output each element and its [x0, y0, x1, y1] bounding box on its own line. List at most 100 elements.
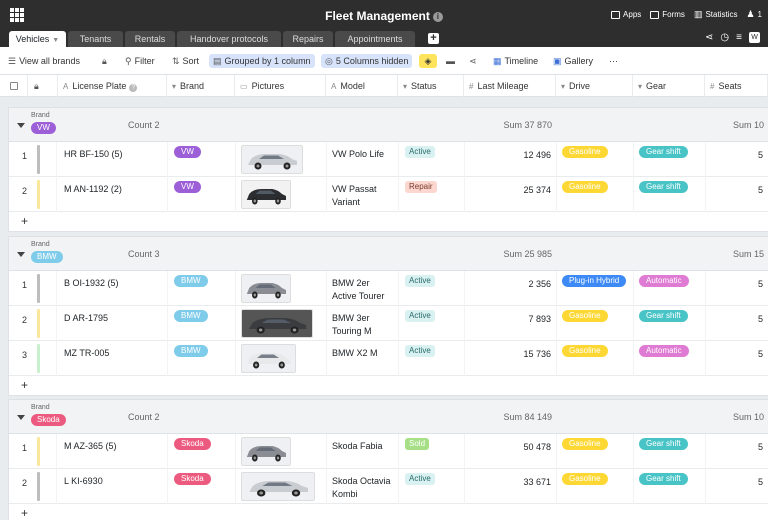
cell-last-mileage[interactable]: 7 893: [465, 306, 557, 341]
cell-brand[interactable]: Skoda: [168, 469, 236, 504]
collapse-group-icon[interactable]: [17, 252, 25, 257]
cell-last-mileage[interactable]: 25 374: [465, 177, 557, 212]
cell-brand[interactable]: BMW: [168, 306, 236, 341]
cell-model[interactable]: Skoda Octavia Kombi: [327, 469, 399, 504]
cell-last-mileage[interactable]: 33 671: [465, 469, 557, 504]
sort-button[interactable]: ⇅ Sort: [172, 54, 199, 68]
info-icon[interactable]: i: [432, 12, 443, 22]
cell-model[interactable]: BMW 3er Touring M: [327, 306, 399, 341]
cell-status[interactable]: Sold: [399, 434, 465, 469]
tab-vehicles[interactable]: Vehicles ▼: [9, 31, 66, 47]
paint-button[interactable]: ◈: [419, 54, 437, 68]
row-index[interactable]: 2: [9, 306, 57, 341]
tab-handover-protocols[interactable]: Handover protocols: [177, 31, 281, 47]
lock-button[interactable]: 🔒︎: [102, 54, 110, 68]
select-all-checkbox[interactable]: [0, 75, 28, 97]
help-icon[interactable]: ?: [129, 84, 138, 92]
cell-seats[interactable]: 5: [706, 306, 768, 341]
vehicle-thumbnail[interactable]: [241, 274, 291, 303]
cell-gear[interactable]: Automatic: [634, 341, 706, 376]
col-pictures[interactable]: ▭ Pictures: [235, 75, 326, 97]
cell-seats[interactable]: 5: [706, 271, 768, 306]
row-index[interactable]: 1: [9, 271, 57, 306]
forms-button[interactable]: Forms: [650, 10, 685, 19]
table-row[interactable]: 2 M AN-1192 (2) VW VW Passat Variant Repair 25…: [9, 177, 768, 212]
group-button[interactable]: ▤ Grouped by 1 column: [209, 54, 315, 68]
tab-appointments[interactable]: Appointments: [335, 31, 415, 47]
row-index[interactable]: 2: [9, 469, 57, 504]
table-row[interactable]: 2 D AR-1795 BMW BMW 3er Touring M Active 7 893…: [9, 306, 768, 341]
more-button[interactable]: ···: [609, 54, 618, 68]
cell-drive[interactable]: Gasoline: [557, 306, 634, 341]
cell-license-plate[interactable]: MZ TR-005: [59, 341, 168, 376]
add-tab-button[interactable]: +: [428, 33, 439, 44]
cell-drive[interactable]: Gasoline: [557, 177, 634, 212]
collapse-group-icon[interactable]: [17, 415, 25, 420]
cell-last-mileage[interactable]: 2 356: [465, 271, 557, 306]
collapse-group-icon[interactable]: [17, 123, 25, 128]
col-license-plate[interactable]: A License Plate?: [58, 75, 167, 97]
cell-seats[interactable]: 5: [706, 434, 768, 469]
cell-seats[interactable]: 5: [706, 177, 768, 212]
cell-drive[interactable]: Gasoline: [557, 341, 634, 376]
cell-seats[interactable]: 5: [706, 469, 768, 504]
cell-last-mileage[interactable]: 12 496: [465, 142, 557, 177]
cell-brand[interactable]: BMW: [168, 271, 236, 306]
settings-icon[interactable]: ≡: [736, 32, 742, 43]
cell-gear[interactable]: Gear shift: [634, 142, 706, 177]
cell-status[interactable]: Active: [399, 469, 465, 504]
vehicle-thumbnail[interactable]: [241, 472, 315, 501]
timeline-button[interactable]: ▦ Timeline: [493, 54, 538, 68]
view-selector[interactable]: ☰ View all brands: [8, 54, 80, 68]
cell-gear[interactable]: Gear shift: [634, 434, 706, 469]
col-model[interactable]: A Model: [326, 75, 398, 97]
cell-brand[interactable]: VW: [168, 142, 236, 177]
cell-gear[interactable]: Gear shift: [634, 306, 706, 341]
gallery-button[interactable]: ▣ Gallery: [553, 54, 593, 68]
row-index[interactable]: 3: [9, 341, 57, 376]
apps-button[interactable]: Apps: [611, 10, 641, 19]
hidden-columns-button[interactable]: ◎ 5 Columns hidden: [321, 54, 413, 68]
cell-pictures[interactable]: [236, 341, 327, 376]
cell-pictures[interactable]: [236, 177, 327, 212]
vehicle-thumbnail[interactable]: [241, 180, 291, 209]
cell-license-plate[interactable]: HR BF-150 (5): [59, 142, 168, 177]
cell-seats[interactable]: 5: [706, 142, 768, 177]
cell-drive[interactable]: Gasoline: [557, 142, 634, 177]
vehicle-thumbnail[interactable]: [241, 437, 291, 466]
share-icon[interactable]: ⋖: [705, 32, 713, 43]
cell-drive[interactable]: Plug-in Hybrid: [557, 271, 634, 306]
cell-model[interactable]: BMW 2er Active Tourer: [327, 271, 399, 306]
table-row[interactable]: 1 HR BF-150 (5) VW VW Polo Life Active 12 496…: [9, 142, 768, 177]
table-row[interactable]: 1 M AZ-365 (5) Skoda Skoda Fabia Sold 50 478 G…: [9, 434, 768, 469]
cell-last-mileage[interactable]: 15 736: [465, 341, 557, 376]
cell-model[interactable]: VW Polo Life: [327, 142, 399, 177]
statistics-button[interactable]: ▥ Statistics: [694, 9, 738, 20]
cell-brand[interactable]: BMW: [168, 341, 236, 376]
col-status[interactable]: ▾ Status: [398, 75, 464, 97]
cell-license-plate[interactable]: D AR-1795: [59, 306, 168, 341]
add-row-icon[interactable]: +: [21, 506, 28, 520]
cell-pictures[interactable]: [236, 142, 327, 177]
lock-column[interactable]: 🔒︎: [28, 75, 58, 97]
row-index[interactable]: 2: [9, 177, 57, 212]
row-index[interactable]: 1: [9, 434, 57, 469]
cell-drive[interactable]: Gasoline: [557, 469, 634, 504]
cell-seats[interactable]: 5: [706, 341, 768, 376]
cell-pictures[interactable]: [236, 271, 327, 306]
vehicle-thumbnail[interactable]: [241, 344, 296, 373]
cell-license-plate[interactable]: M AZ-365 (5): [59, 434, 168, 469]
col-last-mileage[interactable]: # Last Mileage: [464, 75, 556, 97]
user-avatar[interactable]: W: [749, 32, 760, 43]
cell-status[interactable]: Active: [399, 142, 465, 177]
tab-repairs[interactable]: Repairs: [283, 31, 333, 47]
share-view-button[interactable]: ⋖: [469, 54, 480, 68]
table-row[interactable]: 1 B OI-1932 (5) BMW BMW 2er Active Tourer Act…: [9, 271, 768, 306]
cell-gear[interactable]: Automatic: [634, 271, 706, 306]
cell-drive[interactable]: Gasoline: [557, 434, 634, 469]
cell-brand[interactable]: VW: [168, 177, 236, 212]
cell-model[interactable]: BMW X2 M: [327, 341, 399, 376]
tab-rentals[interactable]: Rentals: [125, 31, 175, 47]
add-row[interactable]: +: [9, 376, 768, 395]
cell-brand[interactable]: Skoda: [168, 434, 236, 469]
